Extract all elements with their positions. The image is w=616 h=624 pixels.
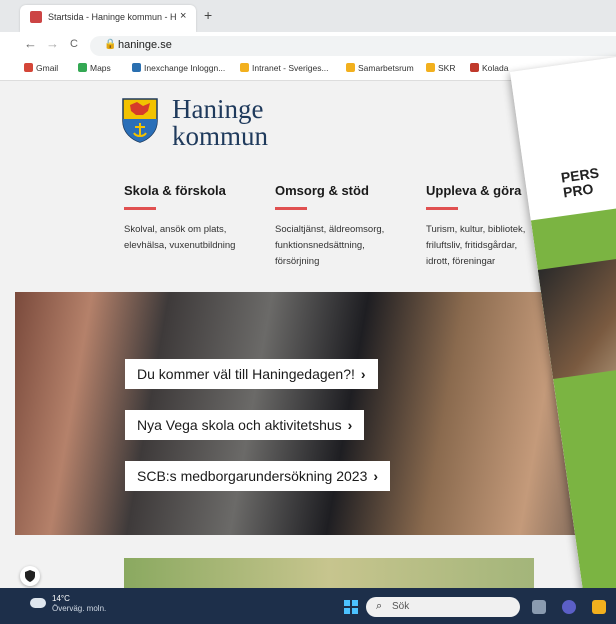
chevron-right-icon: › (373, 468, 379, 484)
gmail-icon (24, 63, 33, 72)
hero-link-label: Du kommer väl till Haningedagen?! (137, 366, 355, 382)
skr-icon (346, 63, 355, 72)
lock-icon[interactable]: 🔒 (104, 39, 116, 50)
category-omsorg-stod-link[interactable]: Omsorg & stöd (275, 183, 369, 198)
category-desc-line: idrott, föreningar (426, 256, 496, 267)
category-skola-description: Skolval, ansök om plats, elevhälsa, vuxe… (124, 222, 235, 254)
logo-line-haninge: Haninge (172, 94, 264, 124)
bookmark-inexchange[interactable]: Inexchange Inloggn... (132, 63, 225, 73)
category-uppleva-description: Turism, kultur, bibliotek, friluftsliv, … (426, 222, 525, 270)
kolada-icon (470, 63, 479, 72)
logo-line-kommun: kommun (172, 121, 269, 151)
task-view-icon[interactable] (532, 600, 546, 614)
site-logo-text[interactable]: Haninge kommun (172, 96, 268, 150)
reload-icon[interactable]: C (70, 38, 78, 50)
category-desc-line: Skolval, ansök om plats, (124, 224, 227, 235)
file-explorer-icon[interactable] (592, 600, 606, 614)
category-uppleva-gora-link[interactable]: Uppleva & göra (426, 183, 521, 198)
windows-start-icon[interactable] (344, 600, 358, 614)
hero-link-haningedagen[interactable]: Du kommer väl till Haningedagen?! › (125, 359, 378, 389)
haninge-coat-of-arms-icon[interactable] (121, 97, 159, 143)
category-desc-line: friluftsliv, fritidsgårdar, (426, 240, 518, 251)
haninge-favicon-icon (30, 11, 42, 23)
hero-link-label: Nya Vega skola och aktivitetshus (137, 417, 342, 433)
new-tab-button[interactable]: + (204, 7, 212, 23)
bookmark-intranet[interactable]: Intranet - Sveriges... (240, 63, 329, 73)
teams-icon[interactable] (562, 600, 576, 614)
teaser-image (124, 558, 534, 588)
skr-icon (426, 63, 435, 72)
category-desc-line: funktionsnedsättning, (275, 240, 365, 251)
poster-photo (537, 250, 616, 379)
category-accent-bar (275, 207, 307, 210)
cloud-icon[interactable] (30, 598, 46, 608)
bookmark-skr[interactable]: SKR (426, 63, 455, 73)
bookmark-kolada[interactable]: Kolada (470, 63, 508, 73)
search-icon: ⌕ (376, 600, 383, 612)
category-accent-bar (124, 207, 156, 210)
hero-link-vega-skola[interactable]: Nya Vega skola och aktivitetshus › (125, 410, 365, 440)
category-desc-line: Socialtjänst, äldreomsorg, (275, 224, 385, 235)
taskbar-search-placeholder: Sök (392, 601, 410, 612)
browser-tab[interactable]: Startsida - Haninge kommun - H × (20, 5, 196, 32)
privacy-shield-icon[interactable] (20, 566, 40, 586)
skr-icon (240, 63, 249, 72)
bookmark-samarbetsrum[interactable]: Samarbetsrum (346, 63, 414, 73)
category-accent-bar (426, 207, 458, 210)
poster-title: PERS PRO (560, 165, 602, 201)
tab-title: Startsida - Haninge kommun - H (48, 12, 177, 22)
weather-description[interactable]: Överväg. moln. (52, 604, 106, 613)
category-omsorg-description: Socialtjänst, äldreomsorg, funktionsneds… (275, 222, 384, 270)
chevron-right-icon: › (347, 417, 353, 433)
tab-close-icon[interactable]: × (180, 10, 186, 22)
category-desc-line: elevhälsa, vuxenutbildning (124, 240, 236, 251)
inexchange-icon (132, 63, 141, 72)
back-icon[interactable]: ← (24, 36, 37, 51)
hero-link-scb-undersokning[interactable]: SCB:s medborgarundersökning 2023 › (125, 461, 391, 491)
category-skola-forskola-link[interactable]: Skola & förskola (124, 183, 226, 198)
forward-icon[interactable]: → (46, 36, 59, 51)
category-desc-line: Turism, kultur, bibliotek, (426, 224, 526, 235)
taskbar-search-input[interactable] (366, 597, 520, 617)
url-text[interactable]: haninge.se (118, 39, 172, 51)
maps-icon (78, 63, 87, 72)
category-desc-line: försörjning (275, 256, 320, 267)
hero-link-label: SCB:s medborgarundersökning 2023 (137, 468, 368, 484)
bookmark-gmail[interactable]: Gmail (24, 63, 58, 73)
bookmark-maps[interactable]: Maps (78, 63, 111, 73)
chevron-right-icon: › (360, 366, 366, 382)
weather-temperature[interactable]: 14°C (52, 594, 70, 603)
